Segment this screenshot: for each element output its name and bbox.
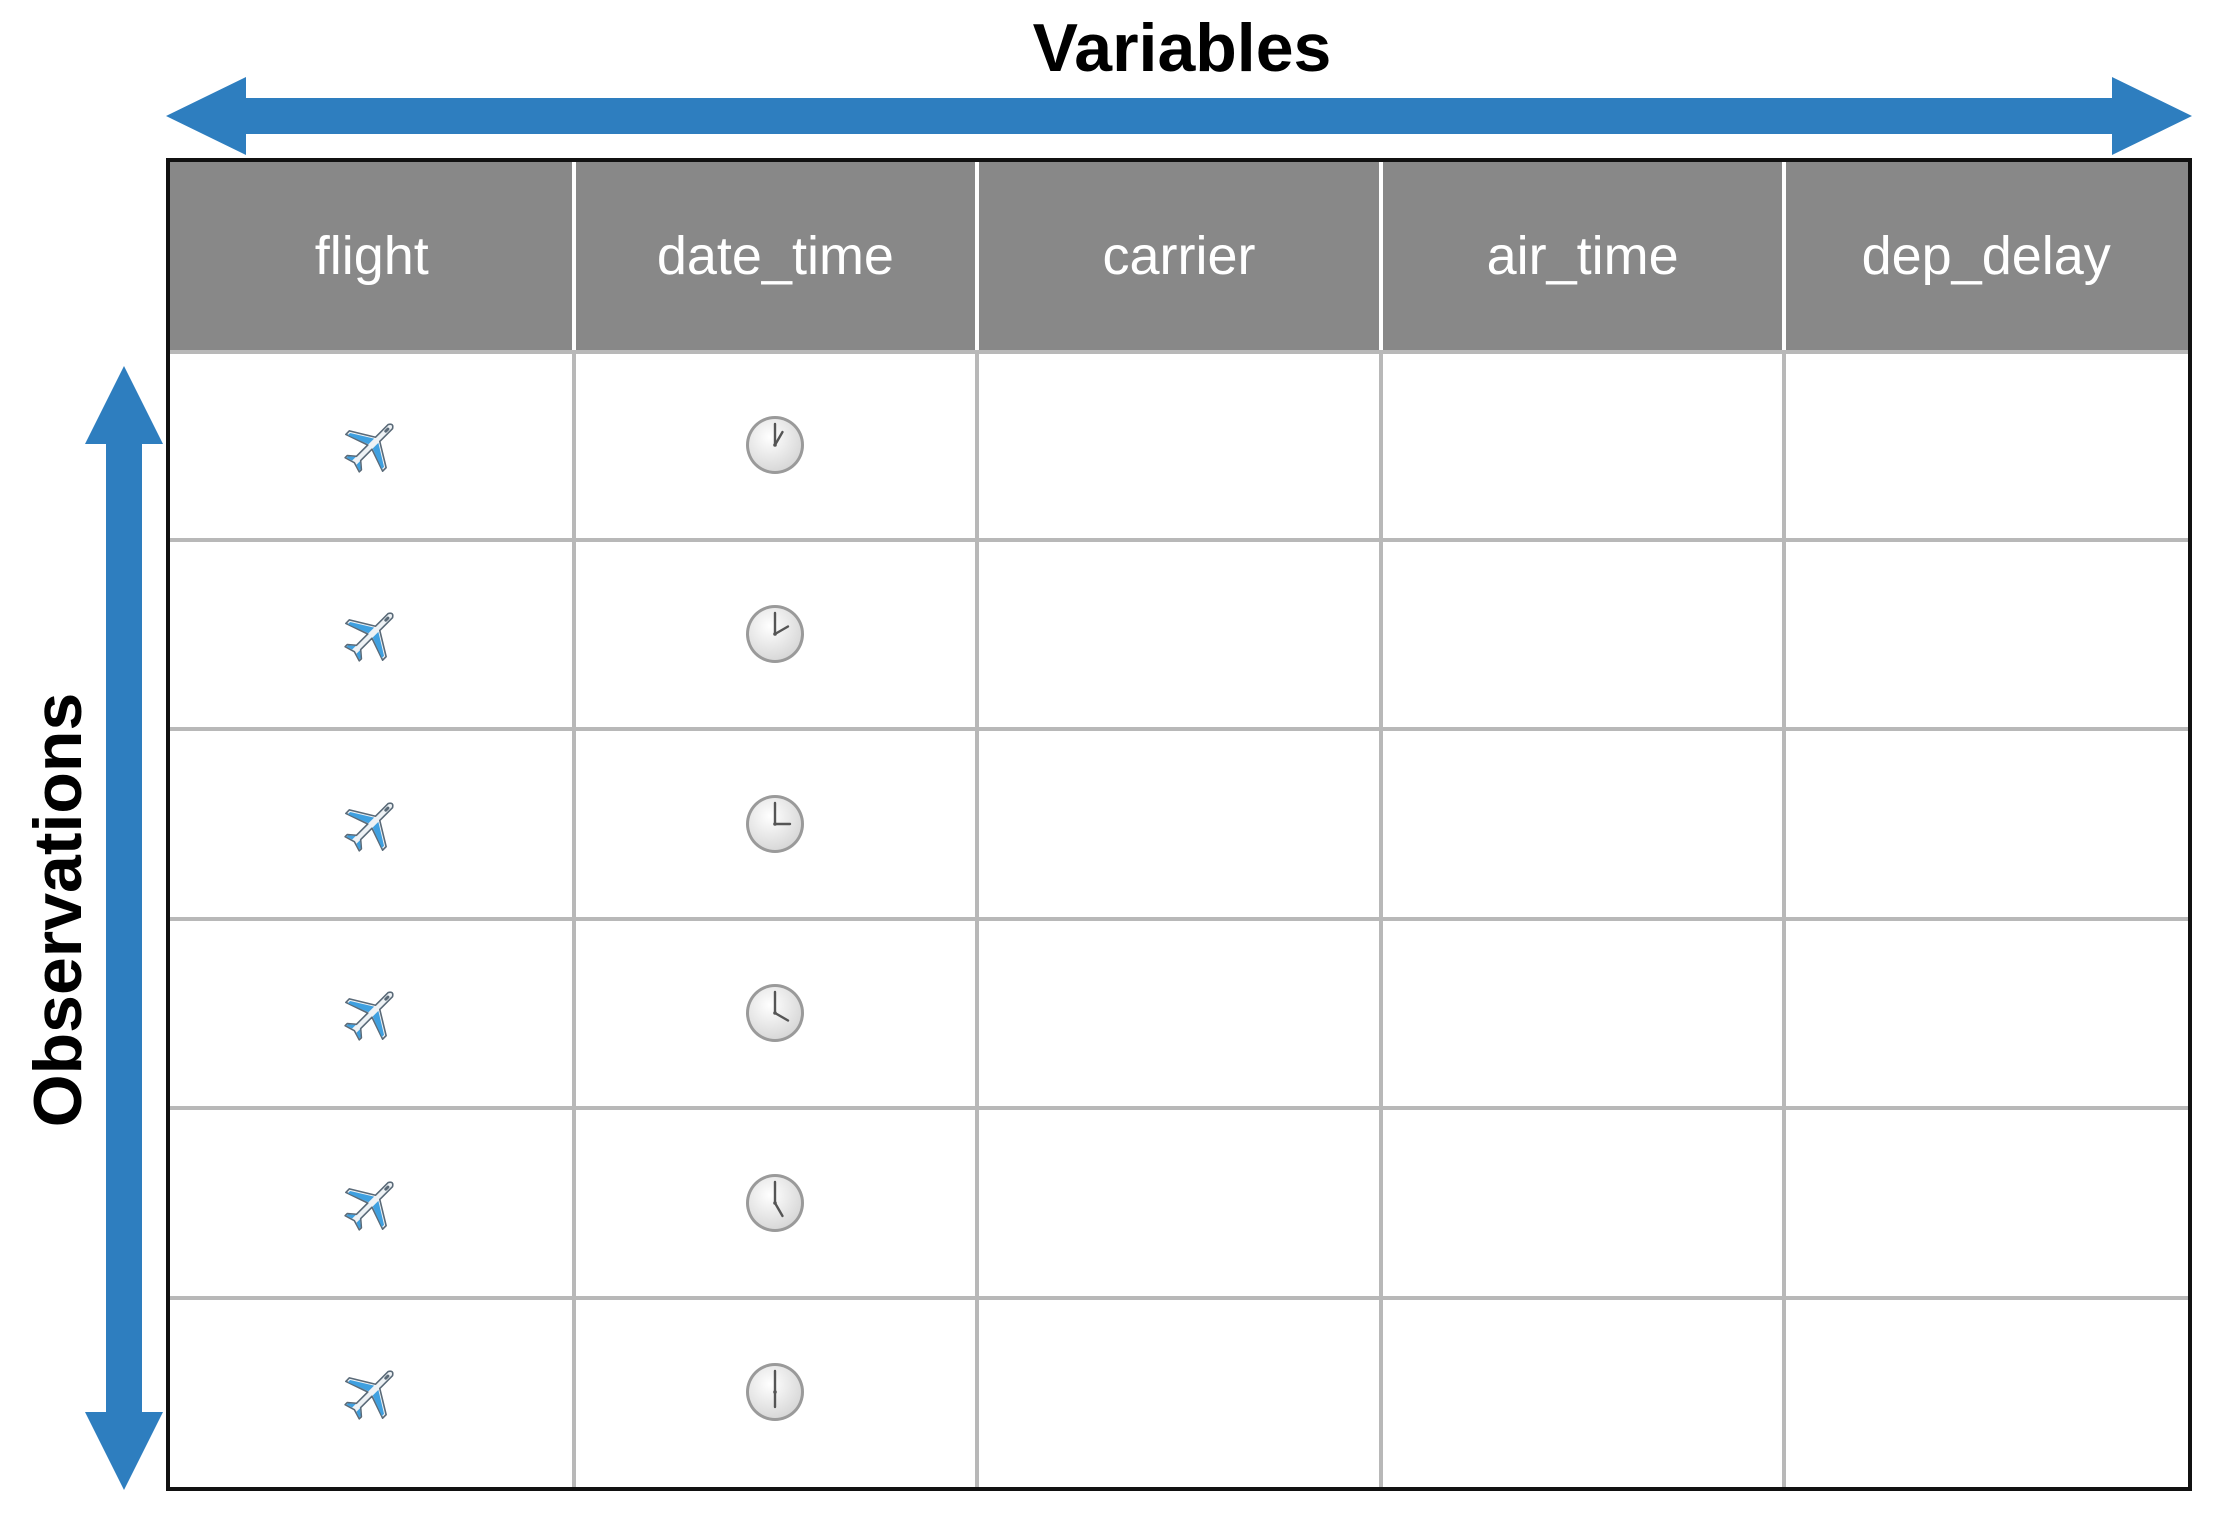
column-header-flight: flight: [170, 162, 574, 350]
clock-4-oclock-icon: [746, 984, 805, 1043]
table-cell-air-time: [1381, 1298, 1785, 1488]
table-cell-air-time: [1381, 350, 1785, 540]
variables-title: Variables: [1032, 10, 1332, 86]
table-cell-carrier: [977, 540, 1381, 730]
table-cell-flight: [170, 729, 574, 919]
header-divider: [571, 162, 576, 350]
table-cell-dep-delay: [1784, 350, 2188, 540]
column-header-date-time: date_time: [573, 162, 978, 350]
column-header-air-time: air_time: [1380, 162, 1785, 350]
airplane-icon: [344, 991, 394, 1041]
variables-double-arrow: [166, 77, 2192, 155]
table-cell-date-time: [574, 1108, 978, 1298]
header-divider: [975, 162, 980, 350]
table-cell-air-time: [1381, 729, 1785, 919]
table-cell-carrier: [977, 1298, 1381, 1488]
column-header-carrier: carrier: [977, 162, 1381, 350]
table-cell-date-time: [574, 350, 978, 540]
table-cell-dep-delay: [1784, 1108, 2188, 1298]
airplane-icon: [344, 802, 394, 852]
clock-2-oclock-icon: [746, 605, 805, 664]
header-divider: [1782, 162, 1787, 350]
table-cell-air-time: [1381, 540, 1785, 730]
clock-1-oclock-icon: [746, 415, 805, 474]
airplane-icon: [344, 423, 394, 473]
table-cell-date-time: [574, 919, 978, 1109]
column-header-dep-delay: dep_delay: [1784, 162, 2188, 350]
table-cell-carrier: [977, 729, 1381, 919]
table-cell-flight: [170, 919, 574, 1109]
table-cell-flight: [170, 1108, 574, 1298]
airplane-icon: [344, 1370, 394, 1420]
table-cell-dep-delay: [1784, 540, 2188, 730]
observations-double-arrow: [85, 366, 163, 1490]
table-cell-carrier: [977, 350, 1381, 540]
table-cell-air-time: [1381, 919, 1785, 1109]
table-cell-carrier: [977, 1108, 1381, 1298]
table-cell-dep-delay: [1784, 919, 2188, 1109]
table-cell-flight: [170, 540, 574, 730]
table-cell-date-time: [574, 1298, 978, 1488]
table-cell-carrier: [977, 919, 1381, 1109]
table-cell-date-time: [574, 729, 978, 919]
table-cell-flight: [170, 1298, 574, 1488]
clock-6-oclock-icon: [746, 1363, 805, 1422]
airplane-icon: [344, 1181, 394, 1231]
table-cell-dep-delay: [1784, 729, 2188, 919]
airplane-icon: [344, 612, 394, 662]
table-cell-air-time: [1381, 1108, 1785, 1298]
table-cell-dep-delay: [1784, 1298, 2188, 1488]
table-cell-flight: [170, 350, 574, 540]
clock-5-oclock-icon: [746, 1173, 805, 1232]
clock-3-oclock-icon: [746, 794, 805, 853]
header-divider: [1378, 162, 1383, 350]
data-table: flight date_time carrier air_time dep_delay: [166, 158, 2192, 1491]
table-cell-date-time: [574, 540, 978, 730]
